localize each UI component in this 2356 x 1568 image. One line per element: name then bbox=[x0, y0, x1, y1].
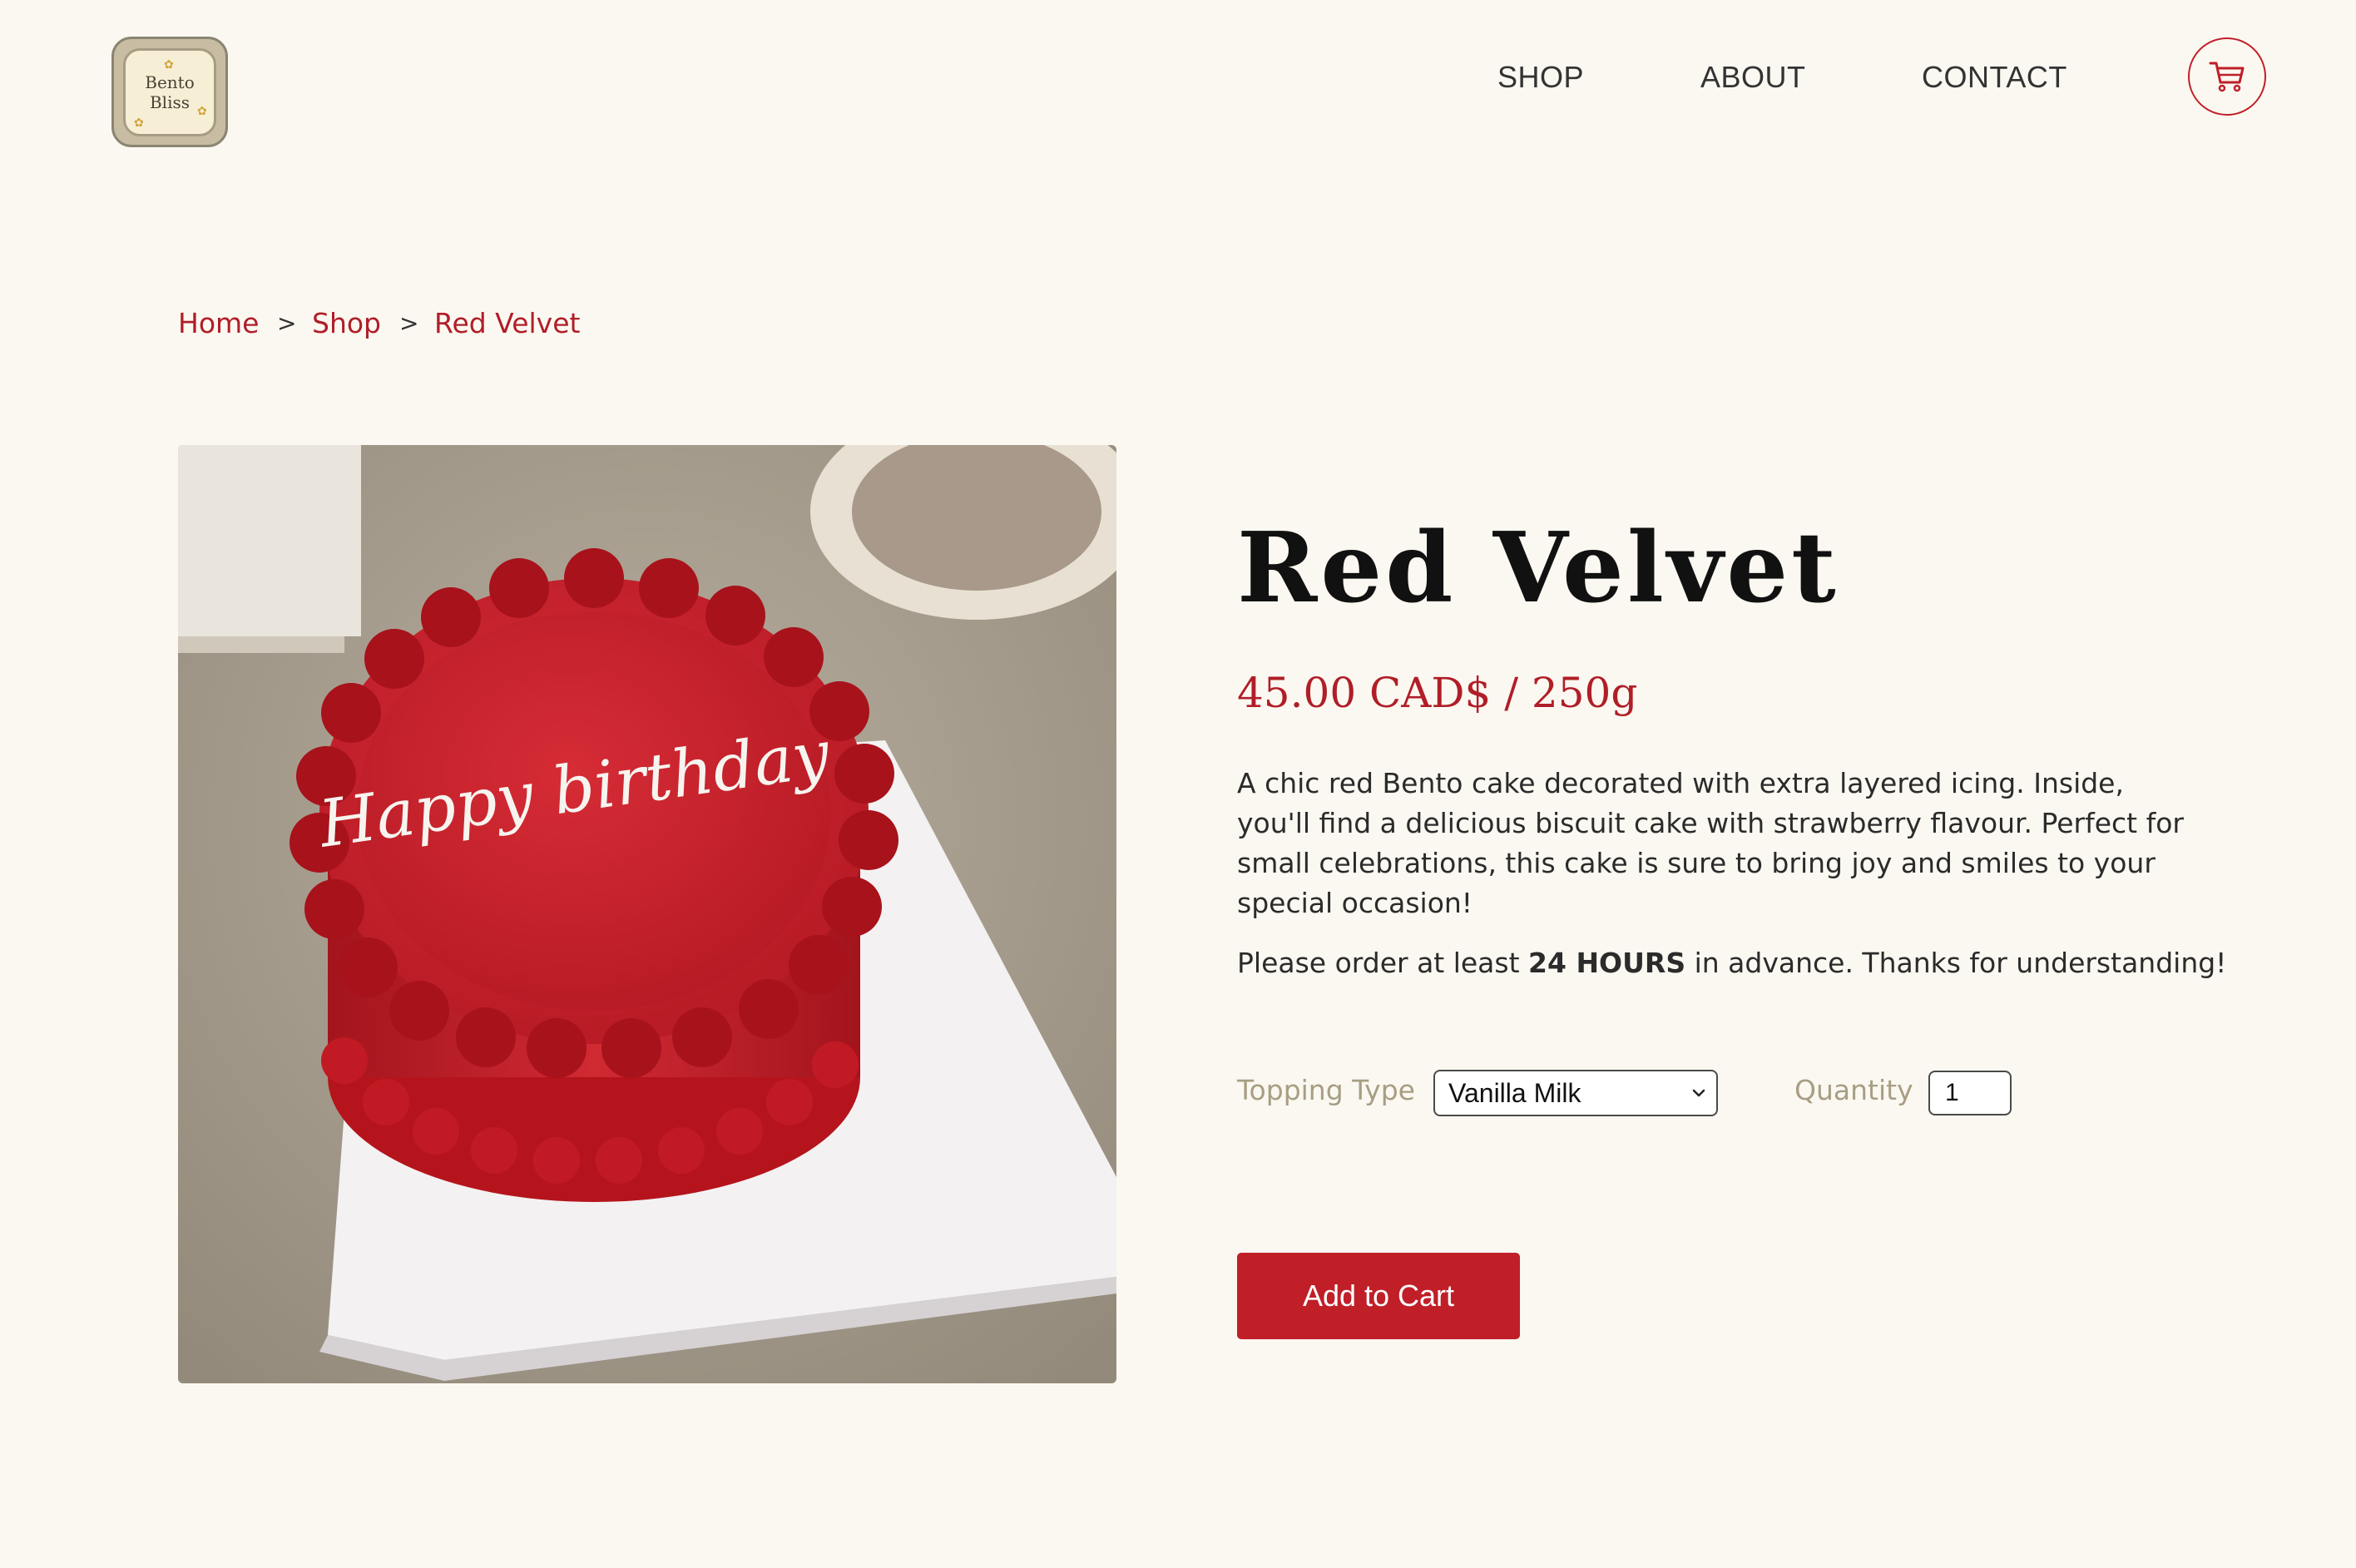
order-notice-emphasis: 24 HOURS bbox=[1528, 947, 1686, 979]
product-image: Happy birthday bbox=[178, 445, 1116, 1383]
chevron-down-icon bbox=[1692, 1089, 1705, 1097]
logo-badge: ✿ Bento Bliss ✿ ✿ bbox=[123, 47, 216, 136]
logo-text-line1: Bento bbox=[145, 72, 195, 92]
cart-button[interactable] bbox=[2188, 37, 2266, 116]
quantity-label: Quantity bbox=[1794, 1074, 1913, 1106]
nav-contact[interactable]: CONTACT bbox=[1922, 55, 2067, 100]
product-description: A chic red Bento cake decorated with ext… bbox=[1237, 767, 2184, 919]
topping-type-select[interactable]: Vanilla Milk bbox=[1433, 1070, 1718, 1116]
quantity-input[interactable] bbox=[1928, 1071, 2012, 1115]
breadcrumb-separator: > bbox=[399, 309, 419, 337]
flower-icon: ✿ bbox=[164, 57, 174, 72]
cart-icon bbox=[2209, 62, 2245, 92]
flower-icon: ✿ bbox=[134, 116, 144, 130]
nav-shop[interactable]: SHOP bbox=[1497, 55, 1584, 100]
order-notice-text: Please order at least bbox=[1237, 947, 1529, 979]
breadcrumb-current: Red Velvet bbox=[434, 307, 581, 339]
product-price: 45.00 CAD$ / 250g bbox=[1237, 669, 1638, 717]
order-notice-text: in advance. Thanks for understanding! bbox=[1685, 947, 2227, 979]
breadcrumb-shop[interactable]: Shop bbox=[312, 303, 381, 344]
breadcrumb-separator: > bbox=[277, 309, 297, 337]
nav-about[interactable]: ABOUT bbox=[1700, 55, 1806, 100]
order-notice: Please order at least 24 HOURS in advanc… bbox=[1237, 943, 2227, 983]
topping-type-label: Topping Type bbox=[1237, 1074, 1415, 1106]
topping-type-value: Vanilla Milk bbox=[1448, 1077, 1581, 1108]
flower-icon: ✿ bbox=[197, 104, 207, 118]
logo-text-line2: Bliss bbox=[149, 92, 191, 112]
product-title: Red Velvet bbox=[1237, 512, 1839, 625]
cake-photo: Happy birthday bbox=[178, 445, 1116, 1383]
add-to-cart-button[interactable]: Add to Cart bbox=[1237, 1253, 1520, 1339]
breadcrumb-home[interactable]: Home bbox=[178, 303, 259, 344]
logo[interactable]: ✿ Bento Bliss ✿ ✿ bbox=[111, 37, 228, 147]
